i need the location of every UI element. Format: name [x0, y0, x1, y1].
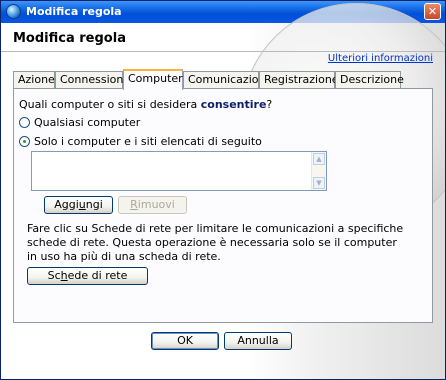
radio-label: Solo i computer e i siti elencati di seg…: [34, 135, 262, 148]
more-info-link[interactable]: Ulteriori informazioni: [328, 53, 433, 64]
question-text: Quali computer o siti si desidera consen…: [19, 98, 273, 111]
tab-descrizione[interactable]: Descrizione: [335, 71, 404, 88]
computer-list[interactable]: ▲ ▼: [31, 151, 327, 191]
question-emphasis: consentire: [200, 98, 267, 111]
divider: [1, 51, 445, 52]
remove-button[interactable]: Rimuovi: [118, 196, 187, 214]
tab-azione[interactable]: Azione: [13, 71, 55, 88]
add-button[interactable]: Aggiungi: [44, 196, 113, 214]
radio-button-checked[interactable]: [19, 136, 30, 147]
tab-registrazione[interactable]: Registrazione: [259, 71, 339, 88]
radio-button[interactable]: [19, 117, 30, 128]
scroll-down-icon[interactable]: ▼: [313, 177, 325, 189]
radio-label: Qualsiasi computer: [34, 116, 141, 129]
cancel-button[interactable]: Annulla: [224, 332, 292, 350]
network-adapters-button[interactable]: Schede di rete: [27, 267, 148, 285]
ok-button[interactable]: OK: [151, 332, 219, 350]
window-title: Modifica regola: [26, 5, 122, 18]
tab-connessioni[interactable]: Connessioni: [55, 71, 126, 88]
page-title: Modifica regola: [13, 31, 126, 46]
tab-computer[interactable]: Computer: [123, 69, 183, 90]
info-text: Fare clic su Schede di rete per limitare…: [27, 222, 404, 263]
globe-icon: [6, 4, 21, 19]
dialog-window: Modifica regola ✕ Modifica regola Ulteri…: [0, 0, 446, 380]
tab-comunicazioni[interactable]: Comunicazioni: [183, 71, 269, 88]
scroll-up-icon[interactable]: ▲: [313, 153, 325, 165]
scrollbar[interactable]: ▲ ▼: [311, 152, 326, 190]
close-button[interactable]: ✕: [424, 3, 441, 20]
